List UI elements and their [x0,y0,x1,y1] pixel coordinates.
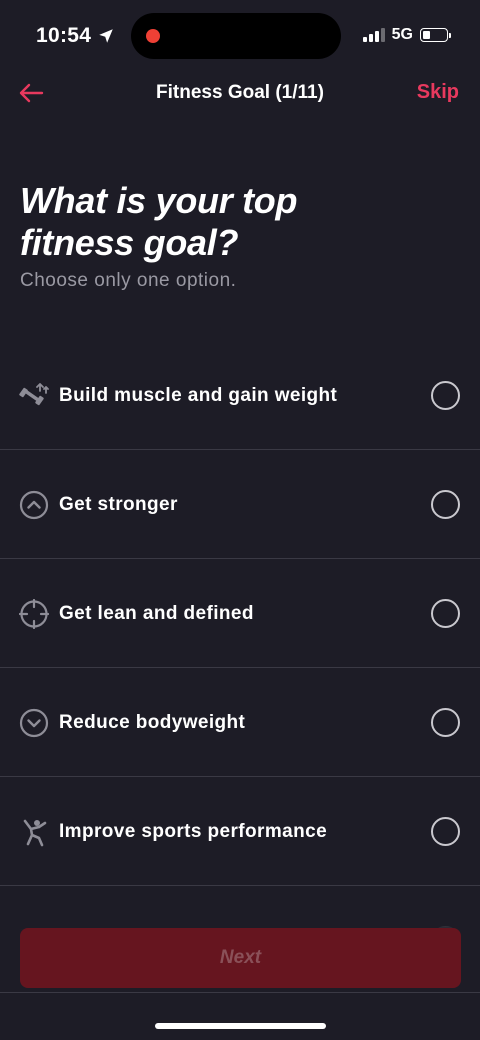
radio-button[interactable] [431,708,460,737]
option-reduce-bodyweight[interactable]: Reduce bodyweight [0,668,480,777]
option-label: Reduce bodyweight [59,712,246,733]
option-label: Improve sports performance [59,821,328,842]
status-time-text: 10:54 [36,24,92,47]
option-label: Get lean and defined [59,603,254,624]
home-indicator [155,1023,326,1029]
status-bar: 10:54 5G [0,0,480,72]
battery-icon [420,28,451,42]
option-label: Build muscle and gain weight [59,385,338,406]
radio-button[interactable] [431,381,460,410]
question-subtitle: Choose only one option. [20,270,237,291]
option-get-lean[interactable]: Get lean and defined [0,559,480,668]
status-right: 5G [362,26,451,44]
battery-level [423,31,430,39]
footer: Next [0,900,480,1040]
signal-icon [362,28,385,42]
chevron-down-circle-icon [19,708,49,738]
radio-button[interactable] [431,490,460,519]
athlete-running-icon [23,819,47,847]
dumbbell-arrows-icon [19,383,49,406]
divider [0,992,480,993]
radio-button[interactable] [431,599,460,628]
goal-options-list: Build muscle and gain weight Get stronge… [0,341,480,995]
chevron-up-circle-icon [19,490,49,520]
fitness-goal-screen: 10:54 5G Fitness Goal (1/11) Skip What i… [0,0,480,1040]
location-arrow-icon [99,29,113,43]
network-type: 5G [391,26,413,43]
radio-button[interactable] [431,817,460,846]
page-title: Fitness Goal (1/11) [156,82,324,103]
status-time: 10:54 [36,24,115,48]
skip-button[interactable]: Skip [417,81,459,104]
next-button[interactable]: Next [20,928,461,988]
option-build-muscle[interactable]: Build muscle and gain weight [0,341,480,450]
option-get-stronger[interactable]: Get stronger [0,450,480,559]
question-title: What is your top fitness goal? [20,180,298,263]
nav-header: Fitness Goal (1/11) Skip [0,70,480,116]
recording-indicator [146,29,160,43]
crosshair-icon [19,599,49,629]
dynamic-island [131,13,341,59]
option-sports-performance[interactable]: Improve sports performance [0,777,480,886]
option-label: Get stronger [59,494,178,515]
